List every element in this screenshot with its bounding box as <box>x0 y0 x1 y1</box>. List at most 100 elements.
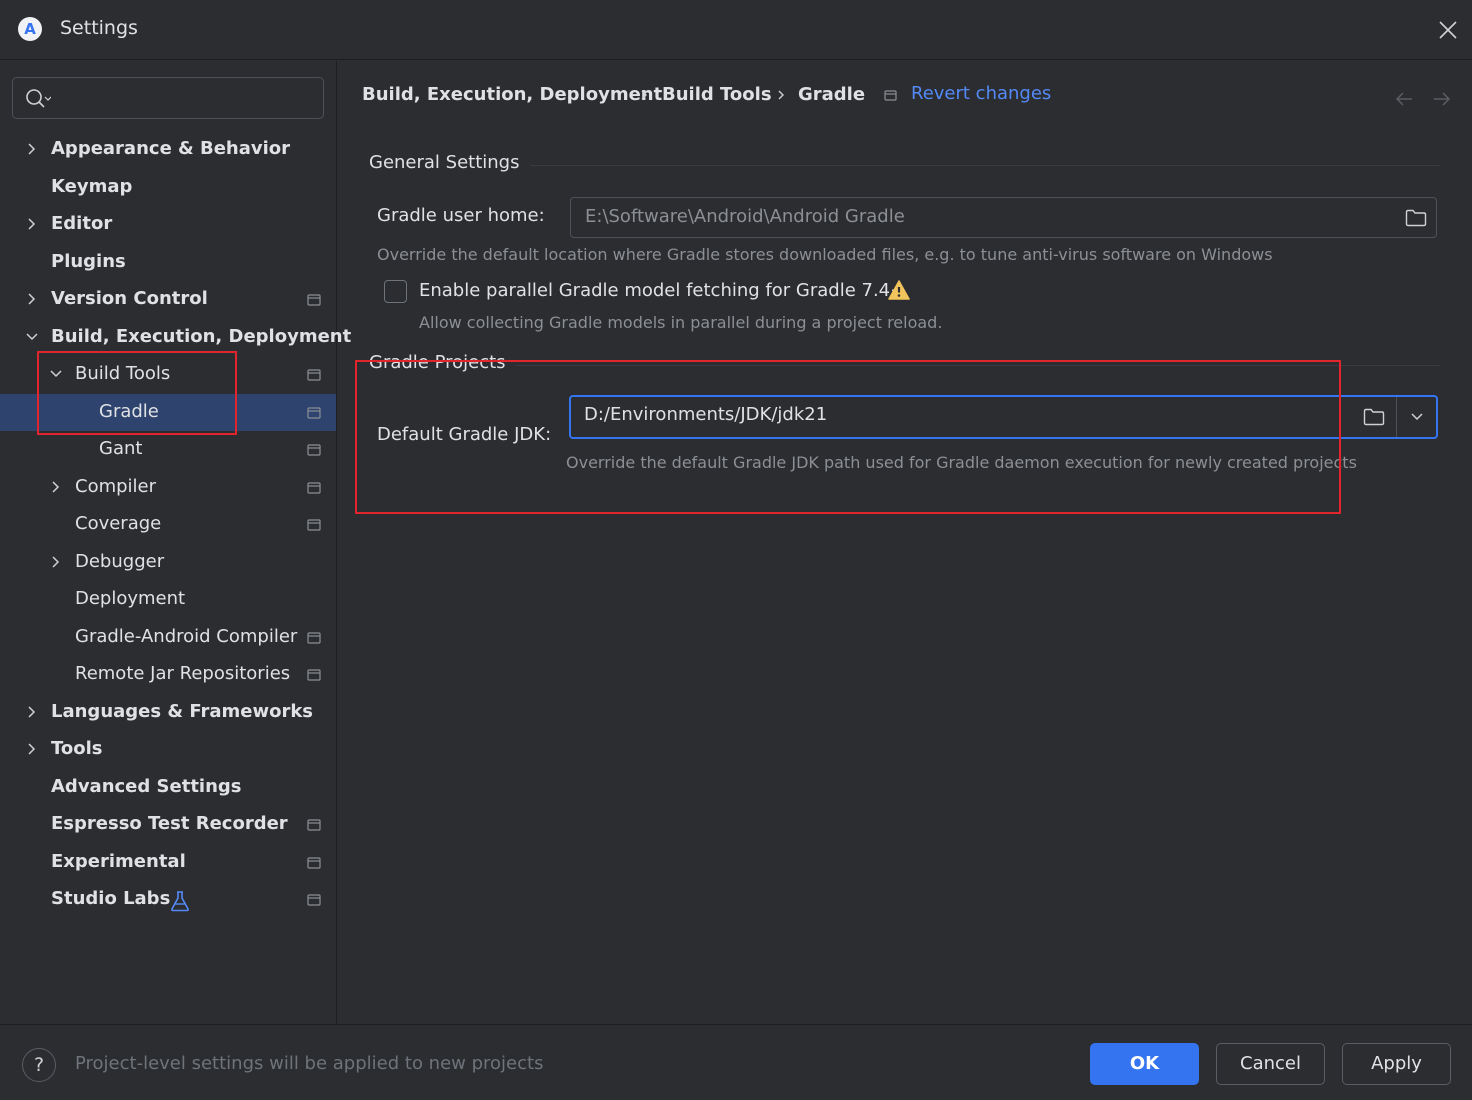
project-level-icon <box>307 857 321 869</box>
chevron-right-icon <box>641 90 647 100</box>
chevron-right-icon <box>778 90 784 100</box>
sidebar-item-debugger[interactable]: Debugger <box>0 544 336 581</box>
project-level-icon <box>307 294 321 306</box>
chevron-right-icon <box>28 743 36 755</box>
window-title: Settings <box>60 17 138 39</box>
project-level-icon <box>307 444 321 456</box>
android-studio-logo-icon: A <box>18 17 42 41</box>
sidebar-item-label: Compiler <box>75 476 157 497</box>
default-gradle-jdk-hint: Override the default Gradle JDK path use… <box>566 453 1357 472</box>
sidebar-item-plugins[interactable]: Plugins <box>0 244 336 281</box>
sidebar-item-label: Gant <box>99 438 143 459</box>
sidebar-item-label: Build Tools <box>75 363 171 384</box>
sidebar-item-tools[interactable]: Tools <box>0 731 336 768</box>
sidebar-item-keymap[interactable]: Keymap <box>0 169 336 206</box>
sidebar-item-appearance-behavior[interactable]: Appearance & Behavior <box>0 131 336 168</box>
sidebar-item-label: Remote Jar Repositories <box>75 663 291 684</box>
sidebar-item-version-control[interactable]: Version Control <box>0 281 336 318</box>
chevron-down-icon <box>26 333 38 341</box>
sidebar-item-gant[interactable]: Gant <box>0 431 336 468</box>
default-gradle-jdk-combobox[interactable] <box>569 395 1438 439</box>
sidebar-item-studio-labs[interactable]: Studio Labs <box>0 881 336 918</box>
footer-note: Project-level settings will be applied t… <box>75 1053 544 1074</box>
sidebar-item-espresso-test-recorder[interactable]: Espresso Test Recorder <box>0 806 336 843</box>
project-level-icon <box>884 90 897 101</box>
close-button[interactable] <box>1434 16 1462 44</box>
warning-icon <box>888 280 910 300</box>
sidebar-item-gradle[interactable]: Gradle <box>0 394 336 431</box>
project-level-icon <box>307 407 321 419</box>
sidebar-item-editor[interactable]: Editor <box>0 206 336 243</box>
default-gradle-jdk-input[interactable] <box>584 404 1324 425</box>
sidebar-item-label: Languages & Frameworks <box>51 701 314 722</box>
project-level-icon <box>307 519 321 531</box>
search-field[interactable] <box>12 77 324 119</box>
chevron-right-icon <box>28 218 36 230</box>
gradle-user-home-label: Gradle user home: <box>377 205 545 226</box>
folder-icon[interactable] <box>1363 408 1385 426</box>
sidebar-item-remote-jar-repositories[interactable]: Remote Jar Repositories <box>0 656 336 693</box>
breadcrumb-item: Gradle <box>798 84 866 105</box>
project-level-icon <box>307 369 321 381</box>
chevron-down-icon <box>50 370 62 378</box>
breadcrumb-item[interactable]: Build Tools <box>662 84 772 112</box>
sidebar-item-coverage[interactable]: Coverage <box>0 506 336 543</box>
sidebar-item-label: Deployment <box>75 588 186 609</box>
sidebar-item-label: Gradle <box>99 401 159 422</box>
general-settings-title: General Settings <box>369 152 530 173</box>
combobox-divider <box>1396 397 1397 437</box>
gradle-user-home-field[interactable] <box>570 197 1437 238</box>
parallel-fetching-checkbox[interactable] <box>384 280 407 303</box>
sidebar-item-build-tools[interactable]: Build Tools <box>0 356 336 393</box>
flask-icon <box>171 891 189 912</box>
sidebar-item-label: Tools <box>51 738 103 759</box>
sidebar-item-languages-frameworks[interactable]: Languages & Frameworks <box>0 694 336 731</box>
back-arrow-icon[interactable] <box>1394 89 1414 109</box>
sidebar-item-label: Studio Labs <box>51 888 171 909</box>
chevron-right-icon <box>28 143 36 155</box>
sidebar-item-label: Build, Execution, Deployment <box>51 326 352 347</box>
forward-arrow-icon[interactable] <box>1432 89 1452 109</box>
gradle-projects-title: Gradle Projects <box>369 352 516 373</box>
sidebar-item-label: Espresso Test Recorder <box>51 813 288 834</box>
chevron-right-icon <box>52 556 60 568</box>
default-gradle-jdk-label: Default Gradle JDK: <box>377 424 552 445</box>
chevron-right-icon <box>28 706 36 718</box>
sidebar-item-label: Appearance & Behavior <box>51 138 291 159</box>
chevron-down-icon[interactable] <box>1410 411 1424 423</box>
sidebar-item-experimental[interactable]: Experimental <box>0 844 336 881</box>
revert-changes-link[interactable]: Revert changes <box>911 83 1051 104</box>
project-level-icon <box>307 894 321 906</box>
project-level-icon <box>307 632 321 644</box>
sidebar-item-build-execution-deployment[interactable]: Build, Execution, Deployment <box>0 319 351 356</box>
search-input[interactable] <box>61 84 311 112</box>
project-level-icon <box>307 819 321 831</box>
cancel-button[interactable]: Cancel <box>1216 1043 1325 1085</box>
sidebar-item-compiler[interactable]: Compiler <box>0 469 336 506</box>
sidebar-item-label: Gradle-Android Compiler <box>75 626 298 647</box>
ok-button[interactable]: OK <box>1090 1043 1199 1085</box>
section-divider <box>510 365 1440 366</box>
project-level-icon <box>307 669 321 681</box>
sidebar-item-label: Editor <box>51 213 113 234</box>
breadcrumb-item[interactable]: Build, Execution, Deployment <box>362 84 662 112</box>
close-icon <box>1439 21 1457 39</box>
section-divider <box>518 165 1440 166</box>
sidebar-item-label: Debugger <box>75 551 165 572</box>
sidebar-item-label: Experimental <box>51 851 186 872</box>
parallel-fetching-label: Enable parallel Gradle model fetching fo… <box>419 280 906 301</box>
dialog-footer: ? Project-level settings will be applied… <box>0 1024 1472 1100</box>
sidebar-item-advanced-settings[interactable]: Advanced Settings <box>0 769 336 806</box>
apply-button[interactable]: Apply <box>1342 1043 1451 1085</box>
folder-icon[interactable] <box>1405 209 1427 227</box>
help-button[interactable]: ? <box>22 1048 56 1082</box>
project-level-icon <box>307 482 321 494</box>
sidebar-item-gradle-android-compiler[interactable]: Gradle-Android Compiler <box>0 619 336 656</box>
sidebar-item-label: Keymap <box>51 176 133 197</box>
gradle-user-home-hint: Override the default location where Grad… <box>377 245 1273 264</box>
gradle-user-home-input[interactable] <box>585 206 1385 227</box>
sidebar-item-label: Version Control <box>51 288 208 309</box>
title-bar: A Settings <box>0 0 1472 60</box>
sidebar-item-deployment[interactable]: Deployment <box>0 581 336 618</box>
chevron-right-icon <box>52 481 60 493</box>
